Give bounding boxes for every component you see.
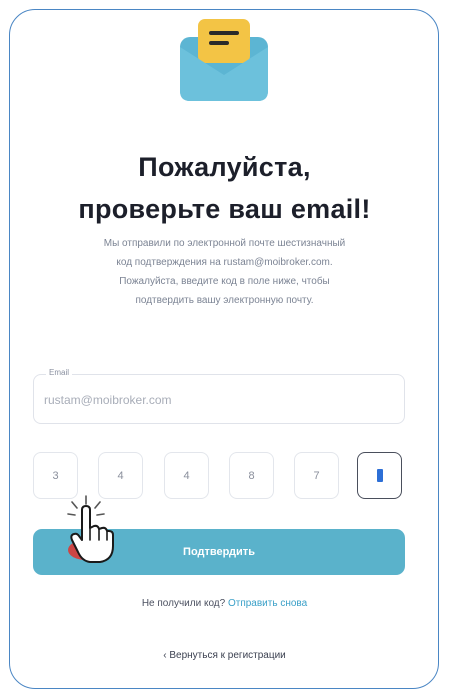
resend-prompt: Не получили код? [141,598,226,609]
email-input[interactable] [44,393,384,407]
envelope-icon [180,19,268,101]
code-digit-4[interactable]: 8 [229,452,274,499]
resend-link[interactable]: Отправить снова [228,598,307,609]
code-digit-5[interactable]: 7 [294,452,339,499]
resend-row: Не получили код? Отправить снова [0,598,449,609]
code-digit-1[interactable]: 3 [33,452,78,499]
description-line2: код подтверждения на rustam@moibroker.co… [116,257,333,268]
hand-pointer-icon [67,495,114,563]
code-digit-2[interactable]: 4 [98,452,143,499]
email-label: Email [46,368,73,377]
code-digit-3-value: 4 [183,469,190,482]
email-field[interactable]: Email [33,368,405,424]
description-line4: подтвердить вашу электронную почту. [135,295,314,306]
description-line3: Пожалуйста, введите код в поле ниже, что… [119,276,330,287]
page-title-line2: проверьте ваш email! [78,194,371,224]
back-to-registration-link[interactable]: ‹ Вернуться к регистрации [0,650,449,661]
code-digit-3[interactable]: 4 [164,452,209,499]
text-cursor-icon [376,469,383,482]
code-digit-4-value: 8 [248,469,255,482]
page-title-line1: Пожалуйста, [138,152,311,182]
description-line1: Мы отправили по электронной почте шестиз… [103,238,346,249]
code-digit-5-value: 7 [313,469,320,482]
verification-card [9,9,439,689]
code-digit-2-value: 4 [117,469,124,482]
code-digit-1-value: 3 [52,469,59,482]
code-digit-6[interactable] [357,452,402,499]
